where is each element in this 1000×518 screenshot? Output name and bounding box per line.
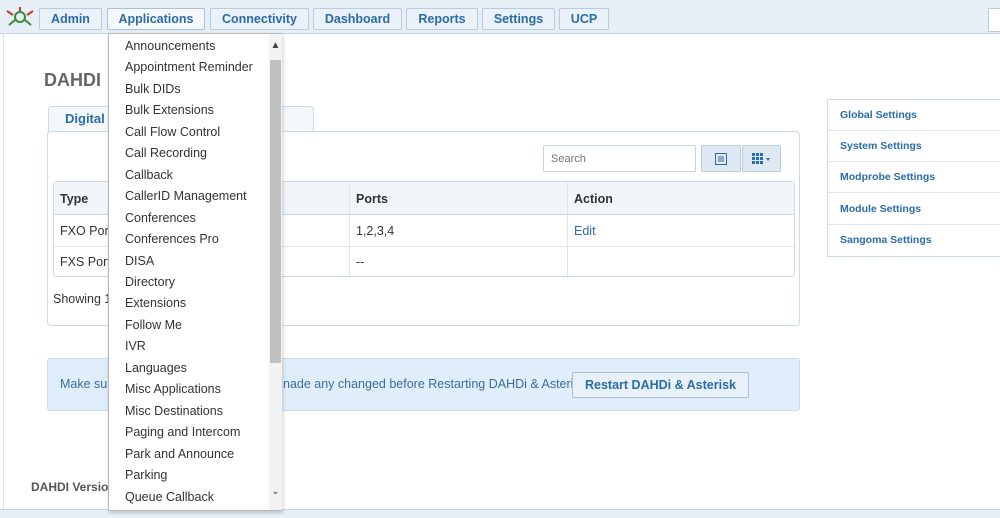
page-title: DAHDI <box>44 70 101 90</box>
menu-item-paging-and-intercom[interactable]: Paging and Intercom <box>125 422 240 442</box>
menu-item-directory[interactable]: Directory <box>125 272 175 292</box>
chevron-up-icon[interactable]: ▲ <box>269 38 282 54</box>
columns-toggle-button[interactable] <box>742 145 781 172</box>
edit-link[interactable]: Edit <box>574 224 596 238</box>
menu-item-bulk-dids[interactable]: Bulk DIDs <box>125 79 181 99</box>
menu-item-misc-destinations[interactable]: Misc Destinations <box>125 401 223 421</box>
menu-item-conferences[interactable]: Conferences <box>125 208 196 228</box>
restart-dahdi-button[interactable]: Restart DAHDi & Asterisk <box>572 372 749 398</box>
col-header-action[interactable]: Action <box>574 192 613 206</box>
sidebar-item-module-settings[interactable]: Module Settings <box>828 194 1000 225</box>
sidebar-item-system-settings[interactable]: System Settings <box>828 131 1000 162</box>
sidebar-item-global-settings[interactable]: Global Settings <box>828 100 1000 131</box>
menu-item-callback[interactable]: Callback <box>125 165 173 185</box>
sidebar-item-modprobe-settings[interactable]: Modprobe Settings <box>828 162 1000 193</box>
grid-icon <box>751 153 770 164</box>
menu-item-follow-me[interactable]: Follow Me <box>125 315 182 335</box>
menu-item-callerid-management[interactable]: CallerID Management <box>125 186 247 206</box>
col-header-type[interactable]: Type <box>60 192 88 206</box>
alert-text-left: Make su <box>60 377 108 391</box>
nav-settings[interactable]: Settings <box>482 8 555 30</box>
menu-item-appointment-reminder[interactable]: Appointment Reminder <box>125 57 253 77</box>
alert-text-right: nade any changed before Restarting DAHDi… <box>283 377 586 391</box>
settings-sidebar: Global Settings System Settings Modprobe… <box>827 99 1000 257</box>
menu-item-call-flow-control[interactable]: Call Flow Control <box>125 122 220 142</box>
menu-item-bulk-extensions[interactable]: Bulk Extensions <box>125 100 214 120</box>
cell-type: FXO Port <box>60 224 113 238</box>
nav-reports[interactable]: Reports <box>406 8 478 30</box>
version-label: DAHDI Versio <box>31 480 109 494</box>
col-header-ports[interactable]: Ports <box>356 192 388 206</box>
topbar-right-control[interactable] <box>988 8 1000 32</box>
pagination-info: Showing 1 <box>53 292 112 306</box>
list-view-button[interactable] <box>701 145 741 172</box>
menu-item-disa[interactable]: DISA <box>125 251 154 271</box>
menu-item-ivr[interactable]: IVR <box>125 336 146 356</box>
list-icon <box>715 153 727 165</box>
menu-item-call-recording[interactable]: Call Recording <box>125 143 207 163</box>
menu-item-misc-applications[interactable]: Misc Applications <box>125 379 221 399</box>
logo-icon[interactable] <box>5 5 35 29</box>
page-edge <box>0 34 4 510</box>
menu-item-extensions[interactable]: Extensions <box>125 293 186 313</box>
sidebar-item-sangoma-settings[interactable]: Sangoma Settings <box>828 225 1000 256</box>
menu-item-announcements[interactable]: Announcements <box>125 36 215 56</box>
dropdown-scroll-thumb[interactable] <box>270 60 281 363</box>
nav-applications[interactable]: Applications <box>107 8 205 30</box>
cell-ports: 1,2,3,4 <box>356 224 395 238</box>
menu-item-languages[interactable]: Languages <box>125 358 187 378</box>
menu-item-conferences-pro[interactable]: Conferences Pro <box>125 229 219 249</box>
menu-item-queue-callback[interactable]: Queue Callback <box>125 487 214 507</box>
col-divider <box>567 182 568 276</box>
applications-dropdown-menu: Announcements Appointment Reminder Bulk … <box>108 33 282 511</box>
menu-item-park-and-announce[interactable]: Park and Announce <box>125 444 234 464</box>
nav-dashboard[interactable]: Dashboard <box>313 8 402 30</box>
menu-item-parking[interactable]: Parking <box>125 465 167 485</box>
cell-ports: -- <box>356 255 365 269</box>
search-input[interactable] <box>543 145 696 172</box>
top-navbar: Admin Applications Connectivity Dashboar… <box>0 0 1000 34</box>
chevron-down-icon[interactable]: ⌄ <box>269 484 282 500</box>
nav-connectivity[interactable]: Connectivity <box>210 8 309 30</box>
nav-admin[interactable]: Admin <box>39 8 102 30</box>
col-divider <box>349 182 350 276</box>
nav-ucp[interactable]: UCP <box>559 8 609 30</box>
